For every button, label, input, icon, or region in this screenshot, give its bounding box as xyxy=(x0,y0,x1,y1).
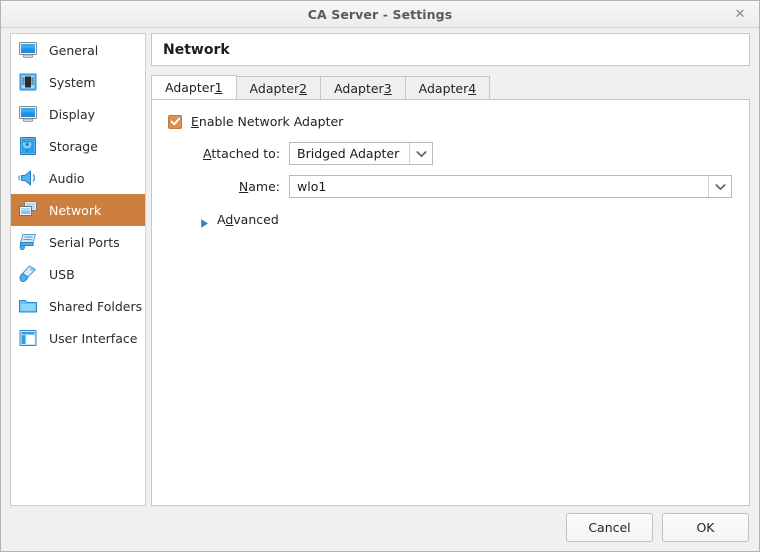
sidebar-item-user-interface[interactable]: User Interface xyxy=(11,322,145,354)
speaker-icon xyxy=(16,166,40,190)
window-icon xyxy=(16,326,40,350)
chevron-down-icon xyxy=(708,176,731,197)
harddisk-icon xyxy=(16,134,40,158)
tab-label: Adapter xyxy=(249,80,300,96)
sidebar-item-network[interactable]: Network xyxy=(11,194,145,226)
tab-mnemonic: 1 xyxy=(214,80,223,95)
chip-icon xyxy=(16,70,40,94)
tab-adapter-4[interactable]: Adapter 4 xyxy=(404,76,491,99)
adapter-name-value: wlo1 xyxy=(297,179,327,194)
network-cards-icon xyxy=(16,198,40,222)
tab-label: Adapter xyxy=(334,80,384,96)
ok-button[interactable]: OK xyxy=(662,513,749,542)
title-bar: CA Server - Settings ✕ xyxy=(1,1,759,28)
tab-adapter-3[interactable]: Adapter 3 xyxy=(320,76,406,99)
adapter-name-row: Name: wlo1 xyxy=(168,175,733,198)
tab-label: Adapter xyxy=(418,80,469,96)
page-title: Network xyxy=(163,41,230,58)
advanced-label: Advanced xyxy=(217,212,279,227)
check-icon xyxy=(170,117,180,126)
sidebar-item-label: General xyxy=(49,42,99,58)
attached-to-label: Attached to: xyxy=(168,146,280,161)
triangle-right-icon xyxy=(199,214,210,228)
label-rest: nable Network Adapter xyxy=(198,114,344,129)
attached-to-value: Bridged Adapter xyxy=(297,146,400,161)
adapter-tab-bar[interactable]: Adapter 1 Adapter 2 Adapter 3 Adapter 4 xyxy=(151,75,750,99)
sidebar-item-label: Storage xyxy=(49,138,98,154)
usb-icon xyxy=(16,262,40,286)
sidebar-item-label: Audio xyxy=(49,170,85,186)
tab-adapter-1[interactable]: Adapter 1 xyxy=(151,75,237,99)
serial-port-icon xyxy=(16,230,40,254)
monitor-icon xyxy=(16,38,40,62)
label-mnemonic: N xyxy=(238,179,249,194)
tab-mnemonic: 2 xyxy=(299,80,308,96)
sidebar-item-shared-folders[interactable]: Shared Folders xyxy=(11,290,145,322)
sidebar-item-label: User Interface xyxy=(49,330,138,346)
adapter-name-select[interactable]: wlo1 xyxy=(289,175,732,198)
sidebar-item-label: Display xyxy=(49,106,96,122)
tab-adapter-2[interactable]: Adapter 2 xyxy=(235,76,322,99)
advanced-disclosure[interactable]: Advanced xyxy=(199,212,733,228)
enable-network-adapter-checkbox[interactable] xyxy=(168,114,182,129)
sidebar-item-label: Shared Folders xyxy=(49,298,143,314)
tab-mnemonic: 3 xyxy=(383,80,392,96)
sidebar-item-label: System xyxy=(49,74,96,90)
sidebar-item-label: Network xyxy=(49,202,102,218)
pane-header: Network xyxy=(151,33,750,66)
window-title: CA Server - Settings xyxy=(307,6,453,22)
display-icon xyxy=(16,102,40,126)
sidebar-item-label: Serial Ports xyxy=(49,234,120,250)
label-mnemonic: E xyxy=(191,114,199,129)
dialog-footer: Cancel OK xyxy=(1,504,759,551)
label-rest: ame: xyxy=(248,179,280,194)
sidebar-item-storage[interactable]: Storage xyxy=(11,130,145,162)
cancel-button[interactable]: Cancel xyxy=(566,513,653,542)
folder-icon xyxy=(16,294,40,318)
attached-to-select[interactable]: Bridged Adapter xyxy=(289,142,433,165)
adapter-1-panel: Enable Network Adapter Attached to: Brid… xyxy=(151,99,750,506)
settings-pane: Network Adapter 1 Adapter 2 Adapter 3 Ad… xyxy=(151,33,750,506)
sidebar-item-audio[interactable]: Audio xyxy=(11,162,145,194)
sidebar-item-system[interactable]: System xyxy=(11,66,145,98)
sidebar-item-general[interactable]: General xyxy=(11,34,145,66)
tab-label: Adapter xyxy=(165,80,215,95)
sidebar-item-display[interactable]: Display xyxy=(11,98,145,130)
tab-mnemonic: 4 xyxy=(468,80,477,96)
sidebar-item-serial-ports[interactable]: Serial Ports xyxy=(11,226,145,258)
settings-category-list[interactable]: General System Display Storage Audio Net… xyxy=(10,33,146,506)
close-icon[interactable]: ✕ xyxy=(731,5,749,23)
chevron-down-icon xyxy=(409,143,432,164)
attached-to-row: Attached to: Bridged Adapter xyxy=(168,142,733,165)
dialog-body: General System Display Storage Audio Net… xyxy=(1,28,759,506)
settings-window: CA Server - Settings ✕ General System Di… xyxy=(0,0,760,552)
adapter-name-label: Name: xyxy=(168,179,280,194)
sidebar-item-usb[interactable]: USB xyxy=(11,258,145,290)
enable-network-adapter-label: Enable Network Adapter xyxy=(191,114,343,129)
label-post: vanced xyxy=(233,212,279,227)
enable-network-adapter-row: Enable Network Adapter xyxy=(168,114,733,129)
sidebar-item-label: USB xyxy=(49,266,75,282)
label-rest: ttached to: xyxy=(211,146,280,161)
